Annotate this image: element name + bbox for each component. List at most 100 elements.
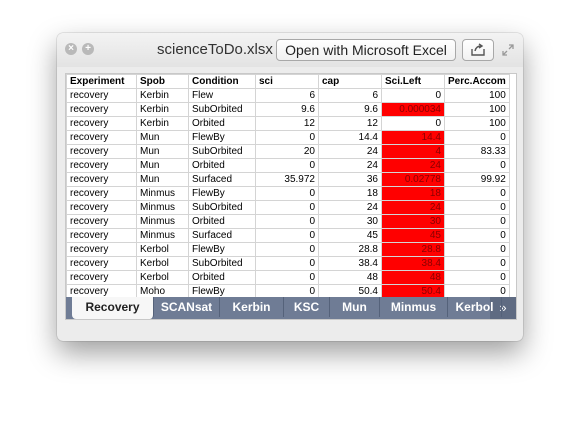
table-cell: SubOrbited	[188, 102, 256, 117]
table-cell: Mun	[136, 158, 189, 173]
column-header: Experiment	[66, 74, 137, 89]
table-cell: 0	[255, 158, 319, 173]
table-cell: 30	[318, 214, 382, 229]
table-cell: 0	[255, 228, 319, 243]
table-cell: Kerbol	[136, 242, 189, 257]
table-cell: 9.6	[255, 102, 319, 117]
table-cell: recovery	[66, 102, 137, 117]
column-header: Condition	[188, 74, 256, 89]
table-cell: 38.4	[381, 256, 445, 271]
table-cell: 18	[381, 186, 445, 201]
window-title: scienceToDo.xlsx	[157, 41, 273, 58]
table-cell: Surfaced	[188, 228, 256, 243]
table-cell: recovery	[66, 158, 137, 173]
table-cell: 12	[318, 116, 382, 131]
table-cell: 45	[318, 228, 382, 243]
column-header: Sci.Left	[381, 74, 445, 89]
table-row: recovery Kerbin Orbited 12 12 0 100	[66, 116, 510, 131]
share-button[interactable]	[462, 39, 494, 61]
table-cell: 0	[444, 186, 510, 201]
table-cell: recovery	[66, 172, 137, 187]
table-cell: recovery	[66, 200, 137, 215]
table-cell: 12	[255, 116, 319, 131]
table-cell: recovery	[66, 144, 137, 159]
table-row: recovery Mun FlewBy 0 14.4 14.4 0	[66, 130, 510, 145]
table-cell: 0	[255, 242, 319, 257]
sheet-tab-ksc[interactable]: KSC	[284, 297, 330, 317]
table-cell: 0	[444, 256, 510, 271]
sheet-tab-kerbin[interactable]: Kerbin	[220, 297, 284, 317]
table-cell: Surfaced	[188, 172, 256, 187]
table-cell: 6	[255, 88, 319, 103]
expand-icon[interactable]	[501, 43, 515, 57]
close-icon[interactable]: ×	[65, 43, 77, 55]
table-cell: SubOrbited	[188, 256, 256, 271]
table-cell: Minmus	[136, 214, 189, 229]
table-cell: Kerbin	[136, 88, 189, 103]
sheet-tab-kerbol[interactable]: Kerbol	[448, 297, 502, 317]
table-cell: 24	[318, 200, 382, 215]
sheet-tab-bar: » Recovery SCANsat Kerbin KSC Mun Minmus Kerbo…	[66, 297, 516, 319]
table-cell: 4	[381, 144, 445, 159]
open-with-excel-button[interactable]: Open with Microsoft Excel	[276, 39, 456, 61]
table-cell: 18	[318, 186, 382, 201]
table-cell: 83.33	[444, 144, 510, 159]
table-cell: 36	[318, 172, 382, 187]
table-cell: Orbited	[188, 116, 256, 131]
table-cell: recovery	[66, 228, 137, 243]
table-cell: Orbited	[188, 270, 256, 285]
table-row: recovery Minmus Surfaced 0 45 45 0	[66, 228, 510, 243]
sheet-tab-scansat[interactable]: SCANsat	[154, 297, 220, 317]
title-bar: × + scienceToDo.xlsx Open with Microsoft…	[57, 33, 523, 67]
table-cell: 48	[318, 270, 382, 285]
spreadsheet-area: Experiment Spob Condition sci cap Sci.Left Per…	[65, 73, 517, 320]
table-cell: FlewBy	[188, 130, 256, 145]
table-row: recovery Minmus Orbited 0 30 30 0	[66, 214, 510, 229]
table-cell: Kerbin	[136, 116, 189, 131]
table-cell: 24	[318, 144, 382, 159]
column-header: Spob	[136, 74, 189, 89]
sheet-tab-recovery[interactable]: Recovery	[72, 297, 154, 319]
table-cell: Kerbol	[136, 256, 189, 271]
table-cell: Orbited	[188, 214, 256, 229]
table-cell: 28.8	[381, 242, 445, 257]
table-cell: Flew	[188, 88, 256, 103]
sheet-tab-mun[interactable]: Mun	[330, 297, 380, 317]
table-cell: SubOrbited	[188, 144, 256, 159]
table-cell: 0	[444, 214, 510, 229]
table-cell: Mun	[136, 144, 189, 159]
table-cell: 0.02778	[381, 172, 445, 187]
table-cell: 28.8	[318, 242, 382, 257]
table-cell: recovery	[66, 270, 137, 285]
table-cell: recovery	[66, 88, 137, 103]
table-cell: 0	[444, 228, 510, 243]
table-cell: Kerbin	[136, 102, 189, 117]
table-cell: 24	[318, 158, 382, 173]
table-cell: Kerbol	[136, 270, 189, 285]
table-cell: recovery	[66, 214, 137, 229]
table-cell: 45	[381, 228, 445, 243]
table-cell: FlewBy	[188, 186, 256, 201]
table-cell: 99.92	[444, 172, 510, 187]
table-cell: Minmus	[136, 228, 189, 243]
sheet-tab-minmus[interactable]: Minmus	[380, 297, 448, 317]
table-cell: 6	[318, 88, 382, 103]
table-cell: 0	[444, 270, 510, 285]
table-cell: 100	[444, 116, 510, 131]
data-table: Experiment Spob Condition sci cap Sci.Left Per…	[66, 74, 510, 313]
table-cell: 0	[381, 116, 445, 131]
zoom-icon[interactable]: +	[82, 43, 94, 55]
table-cell: recovery	[66, 256, 137, 271]
quicklook-window: × + scienceToDo.xlsx Open with Microsoft…	[57, 33, 523, 341]
table-cell: 100	[444, 88, 510, 103]
table-row: recovery Minmus SubOrbited 0 24 24 0	[66, 200, 510, 215]
table-cell: 0	[444, 242, 510, 257]
table-cell: Minmus	[136, 186, 189, 201]
table-body: recovery Kerbin Flew 6 6 0 100 recovery Kerbin Su…	[66, 88, 510, 313]
table-cell: recovery	[66, 130, 137, 145]
table-cell: 0	[255, 186, 319, 201]
table-cell: Minmus	[136, 200, 189, 215]
table-cell: 9.6	[318, 102, 382, 117]
header-row: Experiment Spob Condition sci cap Sci.Left Per…	[66, 74, 510, 89]
table-row: recovery Kerbol Orbited 0 48 48 0	[66, 270, 510, 285]
